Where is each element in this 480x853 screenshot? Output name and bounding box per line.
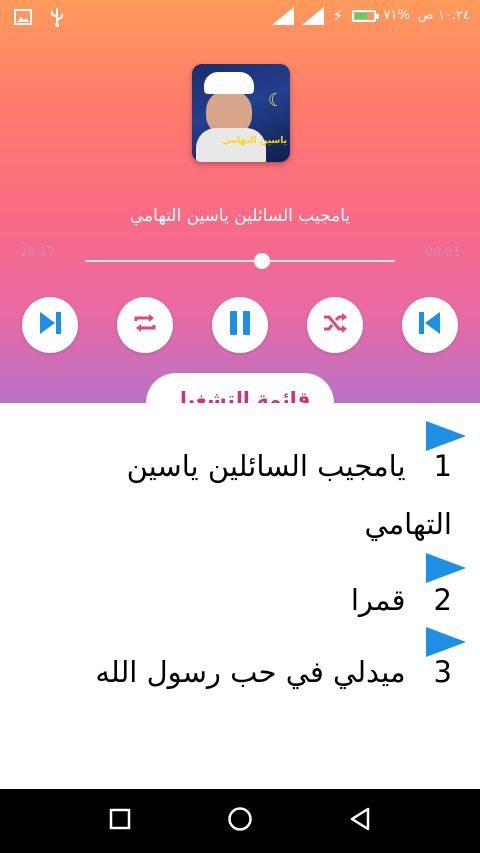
back-triangle-icon <box>348 806 372 836</box>
playlist: 1يامجيب السائلين ياسين التهامي 2 قمرا 3 مي… <box>0 403 480 708</box>
seek-thumb[interactable] <box>253 253 270 269</box>
image-icon <box>14 9 32 29</box>
track-title: يامجيب السائلين ياسين التهامي <box>126 449 452 541</box>
signal-icon <box>272 6 295 25</box>
track-title: ميدلي في حب رسول الله <box>95 655 406 689</box>
square-icon <box>109 808 131 834</box>
elapsed-time: 28:17 <box>20 245 55 259</box>
navigation-bar <box>0 789 480 853</box>
pause-icon <box>225 308 255 342</box>
seek-bar[interactable] <box>85 260 395 262</box>
status-bar: ⚡ ٧١% ١٠:٢٤ ص <box>0 0 480 34</box>
album-cover: ☾ ياسين التهامي <box>192 64 290 162</box>
remaining-time: 00:01 <box>425 245 460 259</box>
home-button[interactable] <box>226 807 254 835</box>
next-button[interactable] <box>22 297 78 353</box>
previous-button[interactable] <box>402 297 458 353</box>
list-item[interactable]: 2 قمرا <box>0 551 480 621</box>
cover-artist-name: ياسين التهامي <box>222 136 287 146</box>
signal-icon <box>302 6 325 25</box>
track-number: 2 <box>433 583 452 617</box>
crescent-moon-icon: ☾ <box>267 90 284 111</box>
recents-button[interactable] <box>106 807 134 835</box>
tab-playlist[interactable]: قائمة التشغيل <box>146 373 334 403</box>
shuffle-button[interactable] <box>307 297 363 353</box>
usb-icon <box>50 7 64 31</box>
tab-playlist-label: قائمة التشغيل <box>169 387 311 403</box>
player-header: ⚡ ٧١% ١٠:٢٤ ص ☾ ياسين التهامي يامجيب الس… <box>0 0 480 403</box>
skip-previous-icon <box>415 308 445 342</box>
track-title: قمرا <box>350 583 406 617</box>
battery-text: ٧١% <box>383 8 410 23</box>
list-item[interactable]: 1يامجيب السائلين ياسين التهامي <box>0 403 480 545</box>
circle-icon <box>227 806 253 836</box>
back-button[interactable] <box>346 807 374 835</box>
track-number: 3 <box>433 655 452 689</box>
battery-icon <box>351 9 379 22</box>
repeat-button[interactable] <box>117 297 173 353</box>
pause-button[interactable] <box>212 297 268 353</box>
track-number: 1 <box>433 449 452 483</box>
shuffle-icon <box>321 311 349 339</box>
list-item[interactable]: 3 ميدلي في حب رسول الله <box>0 625 480 705</box>
repeat-icon <box>131 311 159 339</box>
charging-icon: ⚡ <box>332 6 344 25</box>
skip-next-icon <box>35 308 65 342</box>
clock: ١٠:٢٤ ص <box>417 8 470 23</box>
now-playing-title: يامجيب السائلين ياسين التهامي <box>129 206 351 226</box>
